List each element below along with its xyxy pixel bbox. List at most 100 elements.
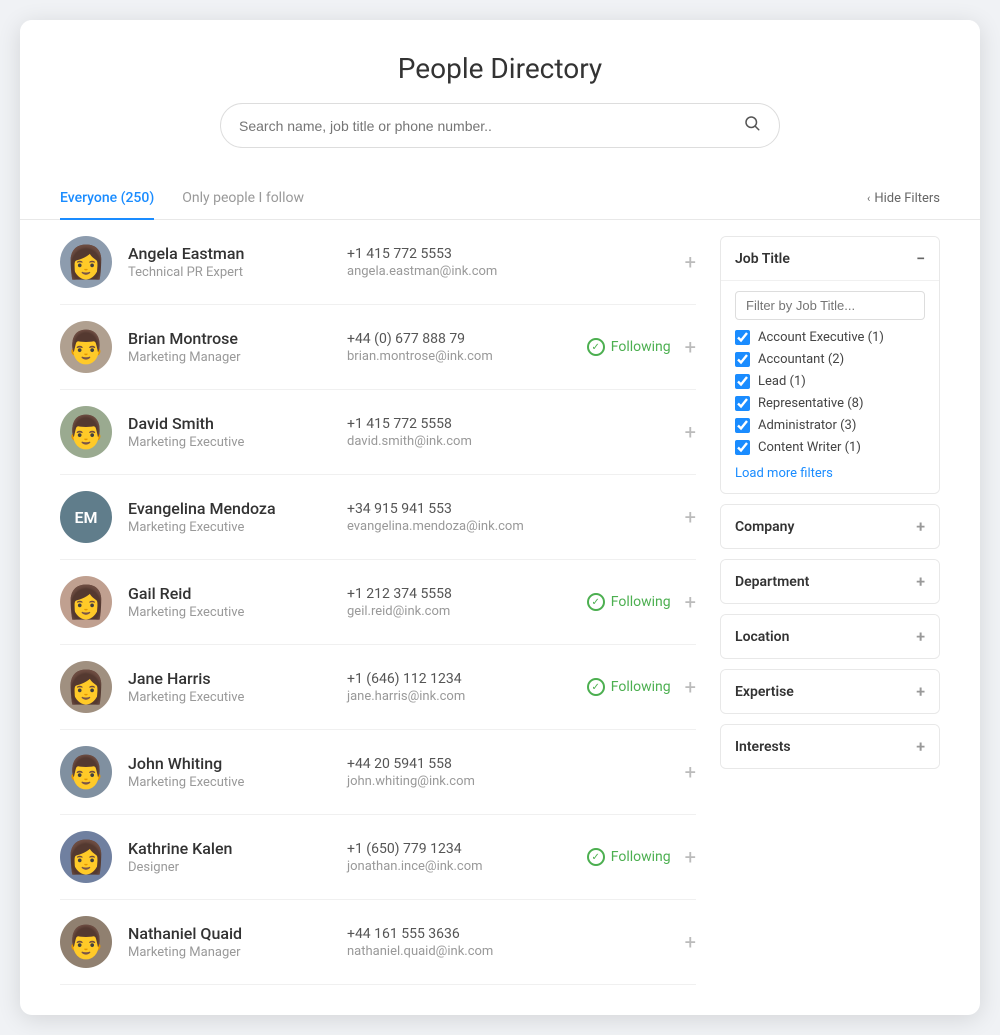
person-name: Kathrine Kalen xyxy=(128,839,331,858)
following-badge[interactable]: ✓ Following xyxy=(587,848,671,866)
person-actions: + xyxy=(566,507,696,527)
person-phone: +1 212 374 5558 xyxy=(347,586,550,602)
chevron-left-icon: ‹ xyxy=(867,192,870,205)
person-name: Angela Eastman xyxy=(128,244,331,263)
person-info: John Whiting Marketing Executive xyxy=(128,754,331,790)
tab-everyone[interactable]: Everyone (250) xyxy=(60,178,154,220)
filter-section-header[interactable]: Location + xyxy=(721,615,939,658)
add-person-button[interactable]: + xyxy=(685,677,696,697)
filter-option-label: Lead (1) xyxy=(758,374,806,389)
filter-section-header[interactable]: Department + xyxy=(721,560,939,603)
person-contact: +1 415 772 5558 david.smith@ink.com xyxy=(347,416,550,449)
filter-checkbox[interactable] xyxy=(735,352,750,367)
person-email: jonathan.ince@ink.com xyxy=(347,859,550,874)
filter-section-header[interactable]: Expertise + xyxy=(721,670,939,713)
job-title-label: Job Title xyxy=(735,251,790,267)
person-email: evangelina.mendoza@ink.com xyxy=(347,519,550,534)
following-badge[interactable]: ✓ Following xyxy=(587,593,671,611)
person-job-title: Marketing Executive xyxy=(128,435,331,450)
add-person-button[interactable]: + xyxy=(685,507,696,527)
avatar: 👩 xyxy=(60,576,112,628)
filter-section-header[interactable]: Interests + xyxy=(721,725,939,768)
person-contact: +1 212 374 5558 geil.reid@ink.com xyxy=(347,586,550,619)
job-title-filter-header[interactable]: Job Title − xyxy=(721,237,939,280)
table-row: 👩 Gail Reid Marketing Executive +1 212 3… xyxy=(60,560,696,645)
person-info: Evangelina Mendoza Marketing Executive xyxy=(128,499,331,535)
add-person-button[interactable]: + xyxy=(685,592,696,612)
check-icon: ✓ xyxy=(587,848,605,866)
table-row: 👨 Nathaniel Quaid Marketing Manager +44 … xyxy=(60,900,696,985)
person-job-title: Marketing Executive xyxy=(128,775,331,790)
main-content: 👩 Angela Eastman Technical PR Expert +1 … xyxy=(20,220,980,1015)
person-name: Nathaniel Quaid xyxy=(128,924,331,943)
hide-filters-button[interactable]: ‹ Hide Filters xyxy=(867,191,940,206)
filter-section-header[interactable]: Company + xyxy=(721,505,939,548)
filter-checkbox[interactable] xyxy=(735,374,750,389)
search-input[interactable] xyxy=(239,118,743,134)
person-actions: ✓ Following + xyxy=(566,592,696,612)
person-email: angela.eastman@ink.com xyxy=(347,264,550,279)
person-job-title: Marketing Manager xyxy=(128,350,331,365)
filter-section-label: Location xyxy=(735,629,789,645)
person-job-title: Technical PR Expert xyxy=(128,265,331,280)
person-email: john.whiting@ink.com xyxy=(347,774,550,789)
person-info: Gail Reid Marketing Executive xyxy=(128,584,331,620)
person-email: jane.harris@ink.com xyxy=(347,689,550,704)
following-label: Following xyxy=(611,849,671,865)
search-bar[interactable] xyxy=(220,103,780,148)
person-phone: +1 415 772 5553 xyxy=(347,246,550,262)
person-phone: +34 915 941 553 xyxy=(347,501,550,517)
person-actions: ✓ Following + xyxy=(566,847,696,867)
load-more-filters-link[interactable]: Load more filters xyxy=(735,466,833,481)
add-person-button[interactable]: + xyxy=(685,252,696,272)
filter-checkbox[interactable] xyxy=(735,396,750,411)
page-title: People Directory xyxy=(20,52,980,85)
person-email: geil.reid@ink.com xyxy=(347,604,550,619)
avatar: 👨 xyxy=(60,746,112,798)
filter-checkbox[interactable] xyxy=(735,440,750,455)
filter-option-label: Account Executive (1) xyxy=(758,330,884,345)
filter-checkbox[interactable] xyxy=(735,330,750,345)
person-contact: +44 20 5941 558 john.whiting@ink.com xyxy=(347,756,550,789)
plus-icon: + xyxy=(916,627,925,646)
filter-option: Account Executive (1) xyxy=(735,330,925,345)
tabs-left: Everyone (250) Only people I follow xyxy=(60,178,304,219)
avatar: 👨 xyxy=(60,406,112,458)
header: People Directory xyxy=(20,20,980,168)
filter-option: Lead (1) xyxy=(735,374,925,389)
add-person-button[interactable]: + xyxy=(685,762,696,782)
job-title-options: Account Executive (1) Accountant (2) Lea… xyxy=(735,330,925,455)
people-list: 👩 Angela Eastman Technical PR Expert +1 … xyxy=(60,220,696,985)
following-badge[interactable]: ✓ Following xyxy=(587,338,671,356)
tab-following[interactable]: Only people I follow xyxy=(182,178,304,220)
add-person-button[interactable]: + xyxy=(685,847,696,867)
collapsed-filter-section: Location + xyxy=(720,614,940,659)
job-title-filter: Job Title − Account Executive (1) Accoun… xyxy=(720,236,940,494)
person-phone: +1 (646) 112 1234 xyxy=(347,671,550,687)
filter-checkbox[interactable] xyxy=(735,418,750,433)
add-person-button[interactable]: + xyxy=(685,337,696,357)
person-info: Kathrine Kalen Designer xyxy=(128,839,331,875)
filter-option: Representative (8) xyxy=(735,396,925,411)
filter-option-label: Administrator (3) xyxy=(758,418,856,433)
avatar: EM xyxy=(60,491,112,543)
plus-icon: + xyxy=(916,517,925,536)
person-phone: +44 (0) 677 888 79 xyxy=(347,331,550,347)
search-icon xyxy=(743,114,761,137)
person-actions: ✓ Following + xyxy=(566,677,696,697)
filter-option-label: Content Writer (1) xyxy=(758,440,861,455)
following-badge[interactable]: ✓ Following xyxy=(587,678,671,696)
person-actions: + xyxy=(566,422,696,442)
job-title-search-input[interactable] xyxy=(735,291,925,320)
job-title-filter-body: Account Executive (1) Accountant (2) Lea… xyxy=(721,280,939,493)
person-name: John Whiting xyxy=(128,754,331,773)
add-person-button[interactable]: + xyxy=(685,422,696,442)
person-contact: +1 (646) 112 1234 jane.harris@ink.com xyxy=(347,671,550,704)
person-phone: +44 20 5941 558 xyxy=(347,756,550,772)
add-person-button[interactable]: + xyxy=(685,932,696,952)
person-job-title: Marketing Executive xyxy=(128,690,331,705)
person-phone: +1 (650) 779 1234 xyxy=(347,841,550,857)
table-row: 👩 Jane Harris Marketing Executive +1 (64… xyxy=(60,645,696,730)
person-name: Gail Reid xyxy=(128,584,331,603)
avatar: 👩 xyxy=(60,661,112,713)
